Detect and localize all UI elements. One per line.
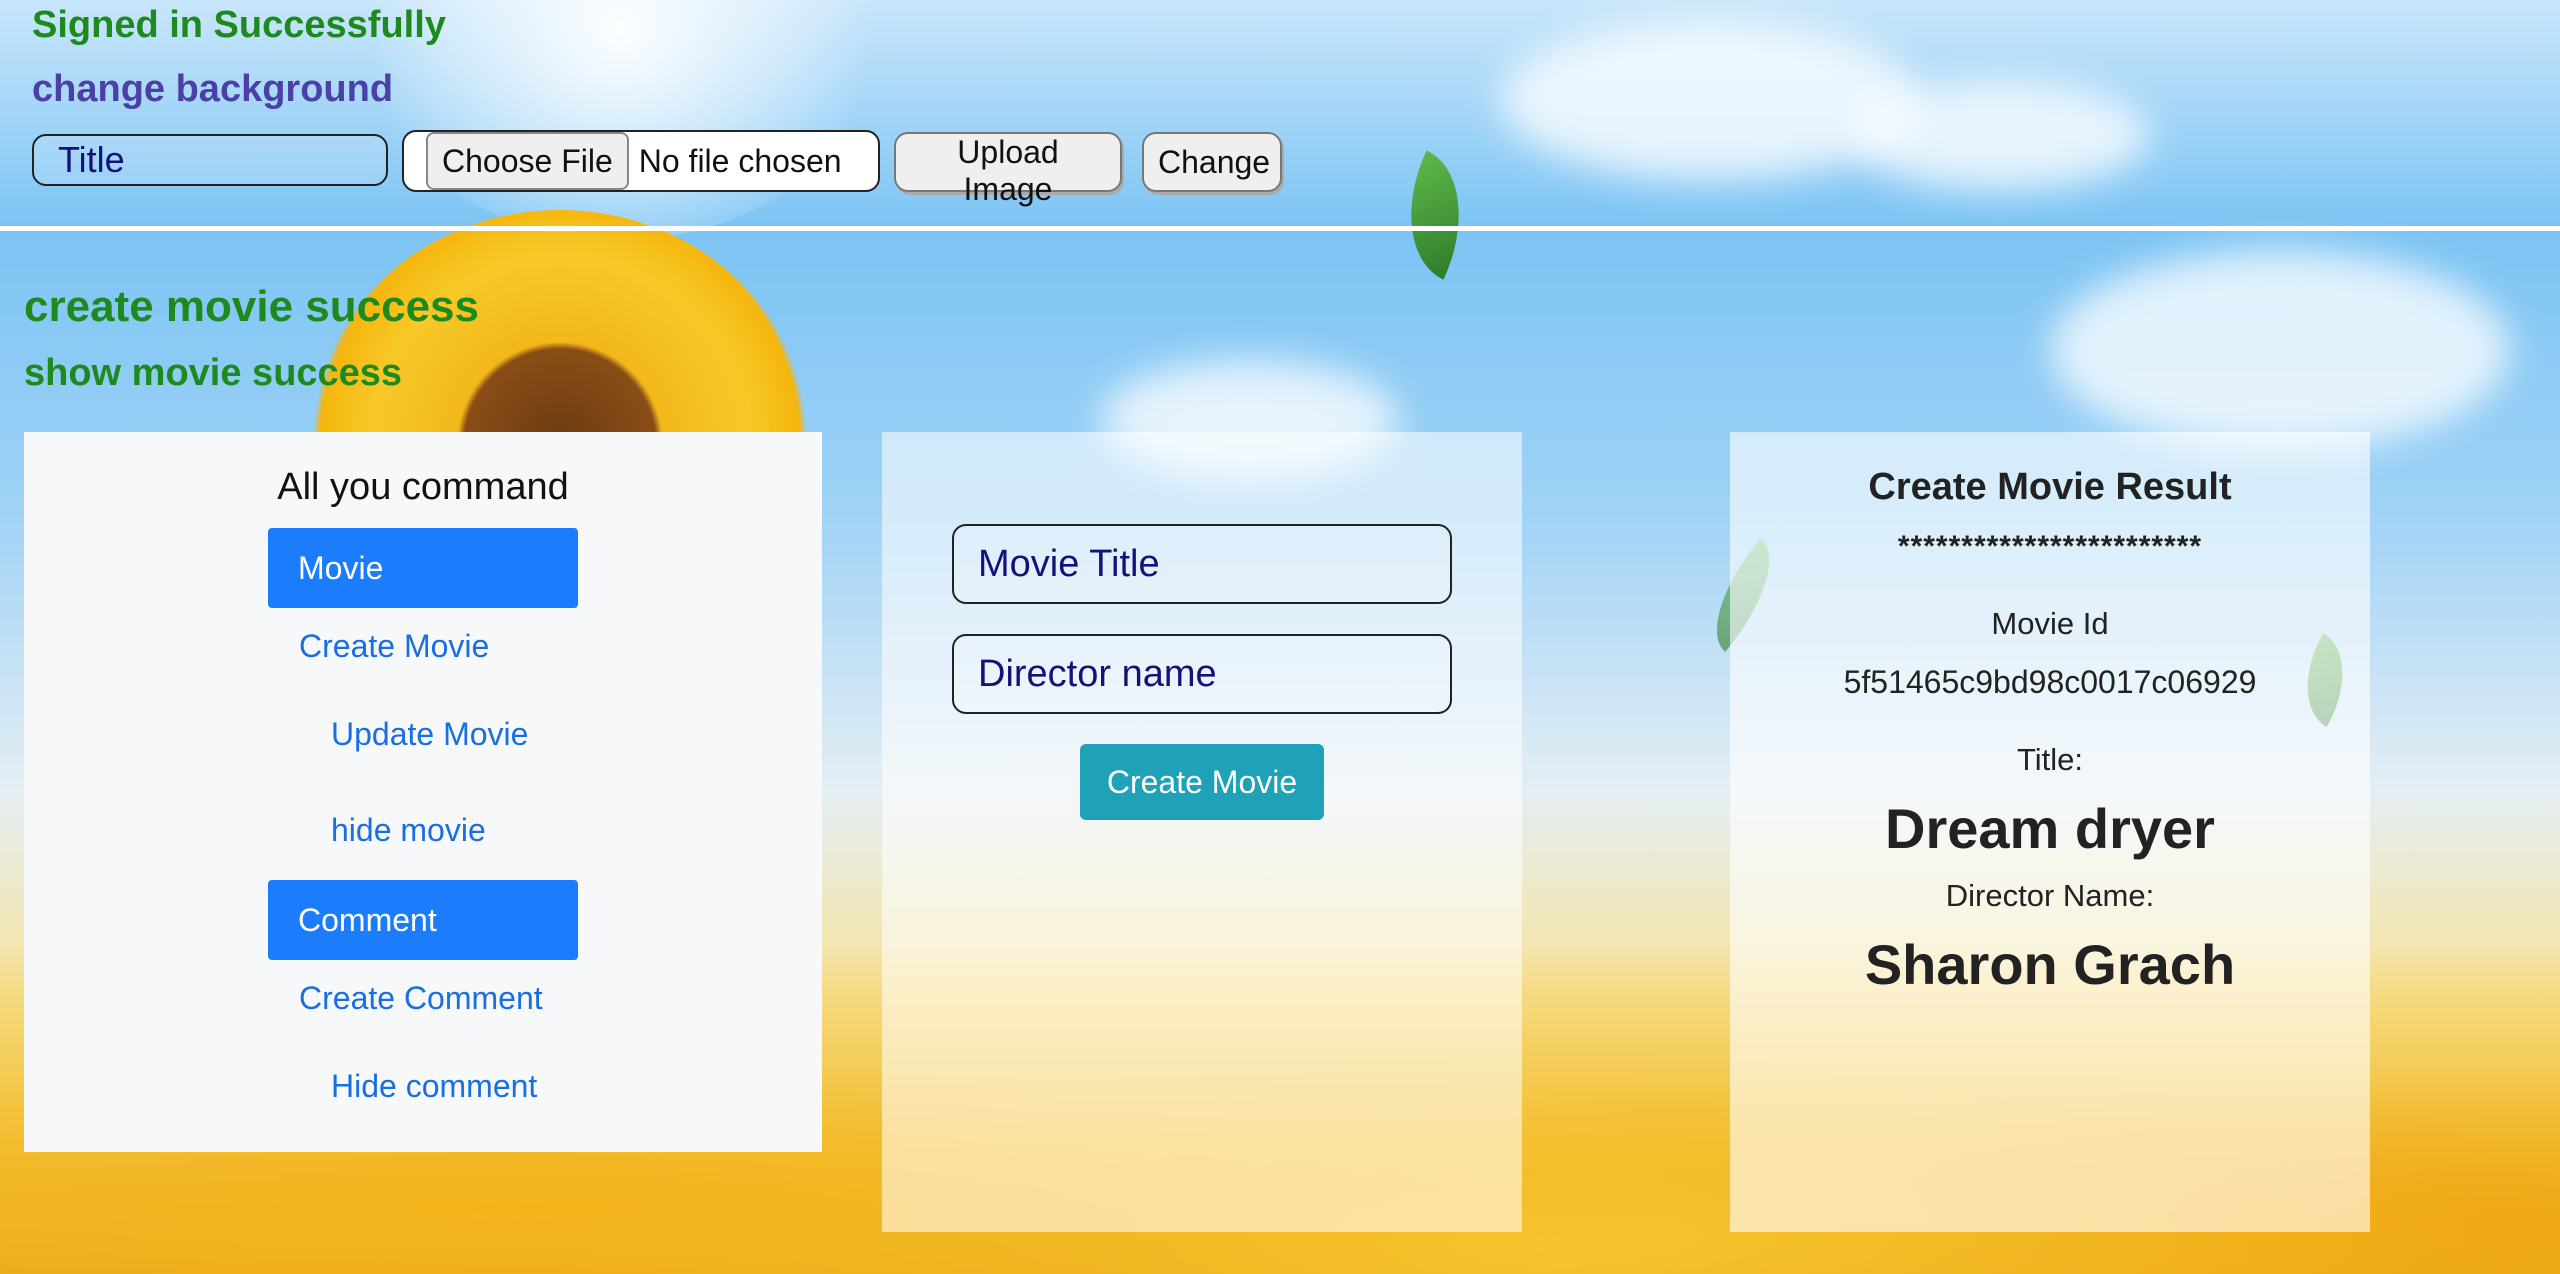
- change-background-button[interactable]: Change: [1142, 132, 1282, 192]
- create-movie-form: Create Movie: [882, 432, 1522, 1232]
- cloud: [2050, 250, 2510, 450]
- create-movie-result-panel: Create Movie Result ********************…: [1730, 432, 2370, 1232]
- upload-image-button[interactable]: Upload Image: [894, 132, 1122, 207]
- create-movie-button[interactable]: Create Movie: [1080, 744, 1324, 820]
- nav-update-movie[interactable]: Update Movie: [331, 716, 528, 753]
- command-panel-title: All you command: [277, 466, 569, 508]
- create-movie-success-message: create movie success: [24, 282, 479, 331]
- background-title-input[interactable]: [32, 134, 388, 186]
- nav-create-comment[interactable]: Create Comment: [299, 980, 543, 1017]
- show-movie-success-message: show movie success: [24, 352, 403, 394]
- nav-hide-movie[interactable]: hide movie: [331, 812, 486, 849]
- movie-id-label: Movie Id: [1991, 606, 2109, 641]
- director-name-input[interactable]: [952, 634, 1452, 714]
- title-value: Dream dryer: [1885, 797, 2215, 860]
- result-separator: ************************: [1897, 530, 2203, 563]
- change-background-heading: change background: [32, 68, 394, 110]
- nav-movie-section[interactable]: Movie: [268, 528, 578, 608]
- nav-comment-section[interactable]: Comment: [268, 880, 578, 960]
- command-panel: All you command Movie Create Movie Updat…: [24, 432, 822, 1152]
- director-name-value: Sharon Grach: [1864, 933, 2236, 996]
- director-name-label: Director Name:: [1945, 878, 2155, 913]
- file-status-text: No file chosen: [638, 142, 842, 179]
- nav-hide-comment[interactable]: Hide comment: [331, 1068, 537, 1105]
- movie-title-input[interactable]: [952, 524, 1452, 604]
- movie-id-value: 5f51465c9bd98c0017c06929: [1843, 664, 2257, 700]
- file-picker[interactable]: Choose File No file chosen: [402, 130, 880, 192]
- choose-file-button[interactable]: Choose File: [426, 132, 629, 190]
- nav-create-movie[interactable]: Create Movie: [299, 628, 489, 665]
- title-label: Title:: [2016, 742, 2084, 777]
- result-title: Create Movie Result: [1868, 466, 2232, 508]
- signed-in-message: Signed in Successfully: [32, 4, 446, 46]
- header-bar: Signed in Successfully change background…: [0, 0, 2560, 231]
